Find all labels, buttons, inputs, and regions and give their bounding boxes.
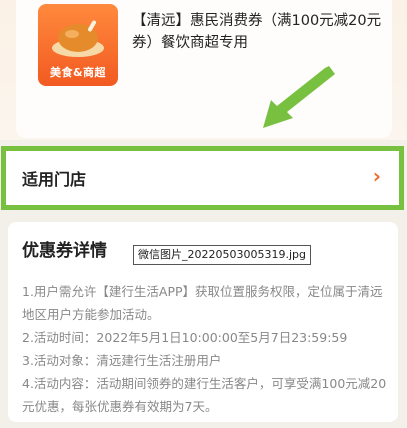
detail-line: 2.活动时间：2022年5月1日10:00:00至5月7日23:59:59 [22, 330, 348, 345]
coupon-details-body: 1.用户需允许【建行生活APP】获取位置服务权限，定位属于清远地区用户方能参加活… [22, 280, 387, 418]
detail-line: 3.活动对象：清远建行生活注册用户 [22, 353, 222, 368]
green-arrow-icon [263, 66, 335, 128]
chevron-right-icon: › [372, 164, 381, 188]
thumbnail-label: 美食&商超 [49, 66, 107, 79]
coupon-card: 美食&商超 【清远】惠民消费券（满100元减20元券）餐饮商超专用 [16, 0, 392, 138]
filename-tooltip: 微信图片_20220503005319.jpg [133, 245, 311, 265]
detail-line: 4.活动内容：活动期间领券的建行生活客户，可享受满100元减20元优惠，每张优惠… [22, 376, 387, 414]
coupon-title: 【清远】惠民消费券（满100元减20元券）餐饮商超专用 [132, 13, 382, 51]
applicable-stores-label: 适用门店 [22, 170, 87, 189]
coupon-details-title: 优惠券详情 [22, 241, 107, 261]
coupon-thumbnail: 美食&商超 [38, 4, 118, 86]
applicable-stores-row[interactable]: 适用门店 › [6, 152, 399, 204]
roast-chicken-icon [52, 20, 104, 57]
page: 美食&商超 【清远】惠民消费券（满100元减20元券）餐饮商超专用 适用门店 ›… [0, 0, 407, 428]
detail-line: 1.用户需允许【建行生活APP】获取位置服务权限，定位属于清远地区用户方能参加活… [22, 284, 383, 322]
